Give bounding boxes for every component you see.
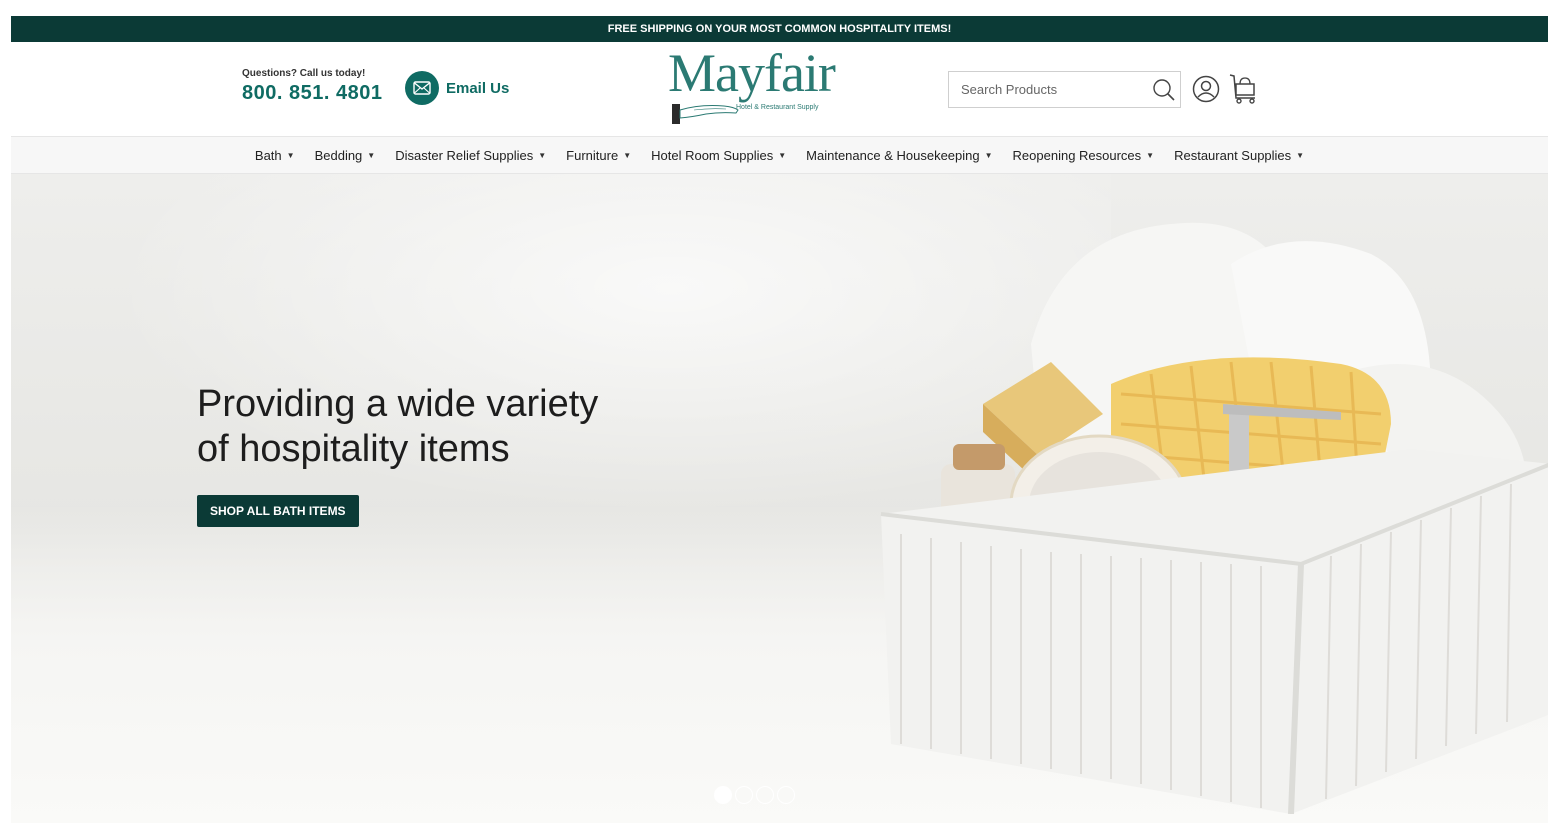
carousel-dots bbox=[714, 786, 795, 804]
nav-item-label: Furniture bbox=[566, 147, 619, 163]
caret-down-icon: ▼ bbox=[538, 150, 547, 160]
nav-item-label: Restaurant Supplies bbox=[1174, 147, 1292, 163]
hero-banner: Providing a wide variety of hospitality … bbox=[11, 174, 1548, 823]
promo-text: FREE SHIPPING ON YOUR MOST COMMON HOSPIT… bbox=[607, 23, 952, 35]
caret-down-icon: ▼ bbox=[984, 150, 993, 160]
logo-wordmark: Mayfair bbox=[668, 43, 836, 103]
carousel-dot-1[interactable] bbox=[714, 786, 732, 804]
bell-hand-icon bbox=[672, 104, 739, 124]
contact-block: Questions? Call us today! 800. 851. 4801 bbox=[242, 68, 382, 105]
carousel-dot-3[interactable] bbox=[756, 786, 774, 804]
logo-subtitle: Hotel & Restaurant Supply bbox=[736, 104, 819, 111]
nav-item-furniture[interactable]: Furniture ▼ bbox=[556, 148, 641, 163]
cart-icon[interactable] bbox=[1227, 72, 1259, 109]
search-icon[interactable] bbox=[1152, 78, 1176, 107]
nav-item-bedding[interactable]: Bedding ▼ bbox=[305, 148, 386, 163]
caret-down-icon: ▼ bbox=[1296, 150, 1305, 160]
promo-bar: FREE SHIPPING ON YOUR MOST COMMON HOSPIT… bbox=[11, 16, 1548, 42]
hero-title-line-1: Providing a wide variety bbox=[197, 383, 599, 425]
caret-down-icon: ▼ bbox=[367, 150, 376, 160]
nav-item-label: Bedding bbox=[314, 147, 363, 163]
page-frame: FREE SHIPPING ON YOUR MOST COMMON HOSPIT… bbox=[11, 16, 1548, 823]
shop-all-bath-items-button[interactable]: SHOP ALL BATH ITEMS bbox=[197, 495, 359, 527]
nav-item-label: Hotel Room Supplies bbox=[651, 147, 774, 163]
caret-down-icon: ▼ bbox=[778, 150, 787, 160]
search-box bbox=[948, 71, 1181, 108]
caret-down-icon: ▼ bbox=[623, 150, 632, 160]
carousel-dot-2[interactable] bbox=[735, 786, 753, 804]
phone-number[interactable]: 800. 851. 4801 bbox=[242, 82, 382, 105]
nav-item-hotel-room-supplies[interactable]: Hotel Room Supplies ▼ bbox=[641, 148, 796, 163]
nav-item-reopening-resources[interactable]: Reopening Resources ▼ bbox=[1003, 148, 1165, 163]
nav-item-label: Reopening Resources bbox=[1012, 147, 1142, 163]
hero-title-line-2: of hospitality items bbox=[197, 428, 510, 470]
account-icon[interactable] bbox=[1192, 75, 1220, 108]
search-input[interactable] bbox=[961, 82, 1141, 97]
nav-item-label: Disaster Relief Supplies bbox=[395, 147, 534, 163]
caret-down-icon: ▼ bbox=[1146, 150, 1155, 160]
bath-basket-image bbox=[880, 222, 1548, 814]
site-header: Questions? Call us today! 800. 851. 4801… bbox=[11, 42, 1548, 136]
nav-item-bath[interactable]: Bath ▼ bbox=[245, 148, 305, 163]
mayfair-logo[interactable]: Mayfair Hotel & Restaurant Supply bbox=[666, 43, 846, 128]
caret-down-icon: ▼ bbox=[286, 150, 295, 160]
nav-item-label: Bath bbox=[254, 147, 282, 163]
envelope-icon bbox=[405, 71, 439, 105]
nav-item-label: Maintenance & Housekeeping bbox=[806, 147, 980, 163]
email-us-label: Email Us bbox=[446, 79, 510, 97]
main-nav: Bath ▼ Bedding ▼ Disaster Relief Supplies ▼… bbox=[11, 136, 1548, 174]
hero-title: Providing a wide variety of hospitality … bbox=[197, 382, 617, 472]
email-us-link[interactable]: Email Us bbox=[405, 71, 509, 105]
nav-item-disaster-relief-supplies[interactable]: Disaster Relief Supplies ▼ bbox=[385, 148, 556, 163]
nav-item-maintenance-housekeeping[interactable]: Maintenance & Housekeeping ▼ bbox=[796, 148, 1002, 163]
call-question: Questions? Call us today! bbox=[242, 68, 366, 79]
nav-item-restaurant-supplies[interactable]: Restaurant Supplies ▼ bbox=[1164, 148, 1314, 163]
carousel-dot-4[interactable] bbox=[777, 786, 795, 804]
